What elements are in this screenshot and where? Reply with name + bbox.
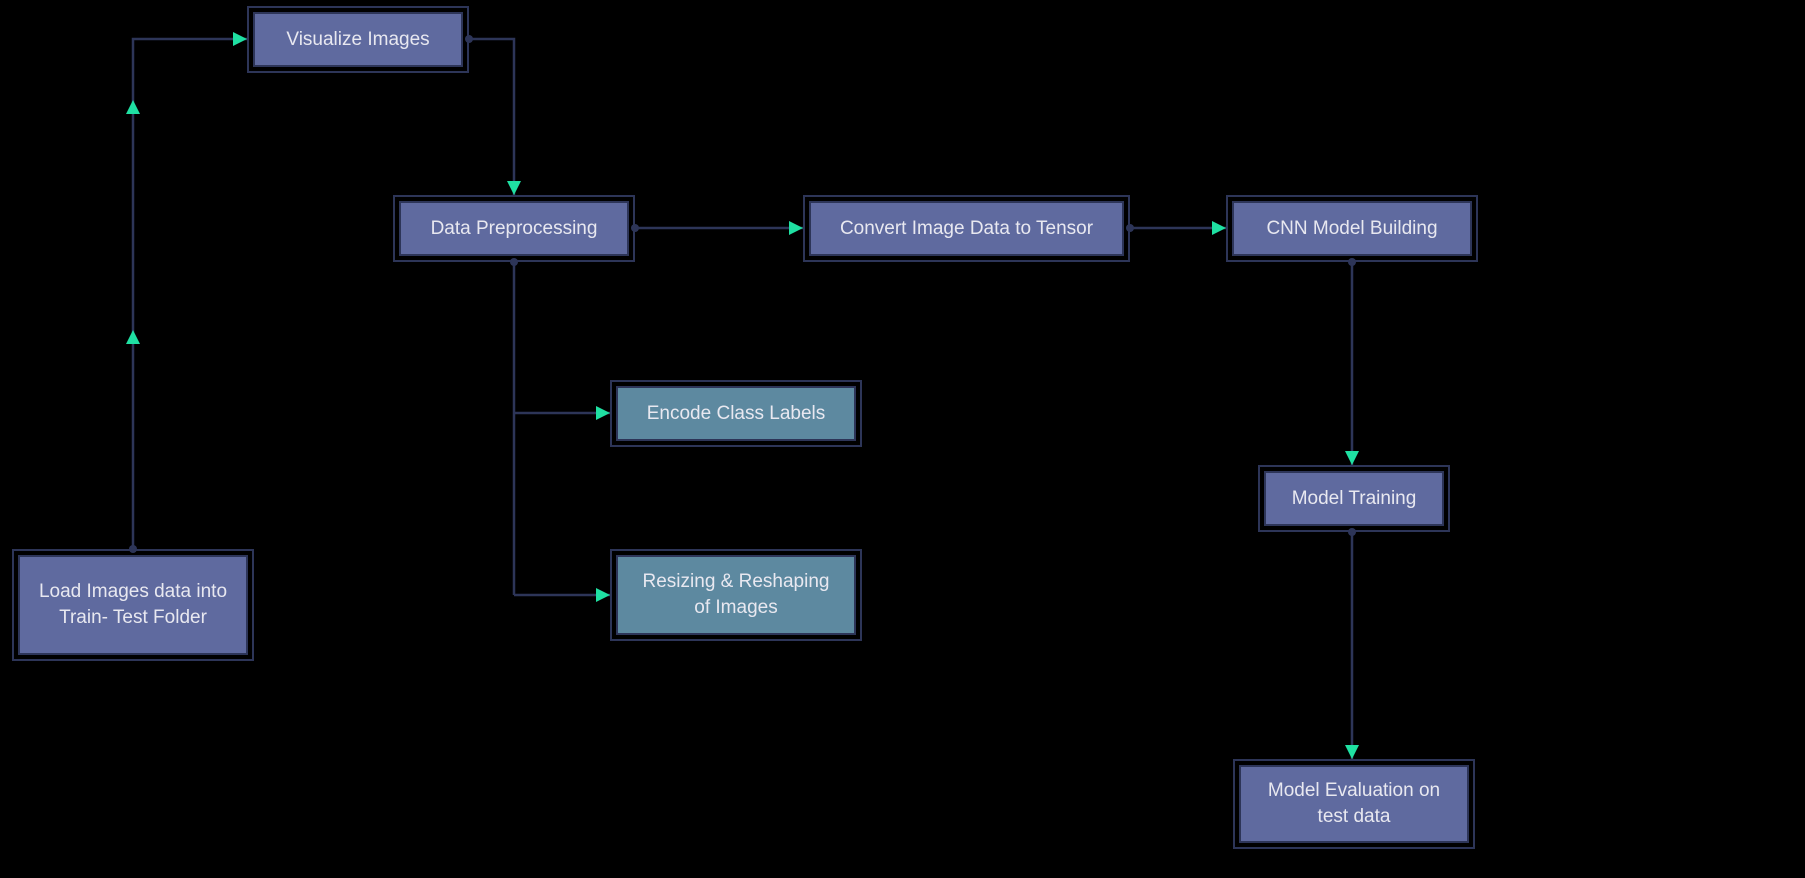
node-model-training: Model Training [1264, 471, 1444, 526]
node-cnn-model: CNN Model Building [1232, 201, 1472, 256]
node-data-preprocessing: Data Preprocessing [399, 201, 629, 256]
node-label: Encode Class Labels [647, 401, 826, 427]
node-label: Data Preprocessing [431, 216, 598, 242]
node-visualize: Visualize Images [253, 12, 463, 67]
node-convert-tensor: Convert Image Data to Tensor [809, 201, 1124, 256]
node-label: CNN Model Building [1266, 216, 1437, 242]
node-resize-reshape: Resizing & Reshaping of Images [616, 555, 856, 635]
node-label: Model Training [1292, 486, 1417, 512]
node-label: Resizing & Reshaping of Images [634, 569, 838, 620]
node-encode-labels: Encode Class Labels [616, 386, 856, 441]
diagram-canvas: Load Images data into Train- Test Folder… [0, 0, 1805, 878]
node-model-evaluation: Model Evaluation on test data [1239, 765, 1469, 843]
node-load-images: Load Images data into Train- Test Folder [18, 555, 248, 655]
node-label: Model Evaluation on test data [1257, 778, 1451, 829]
node-label: Load Images data into Train- Test Folder [36, 579, 230, 630]
node-label: Convert Image Data to Tensor [840, 216, 1093, 242]
edges-layer [0, 0, 1805, 878]
node-label: Visualize Images [286, 27, 429, 53]
